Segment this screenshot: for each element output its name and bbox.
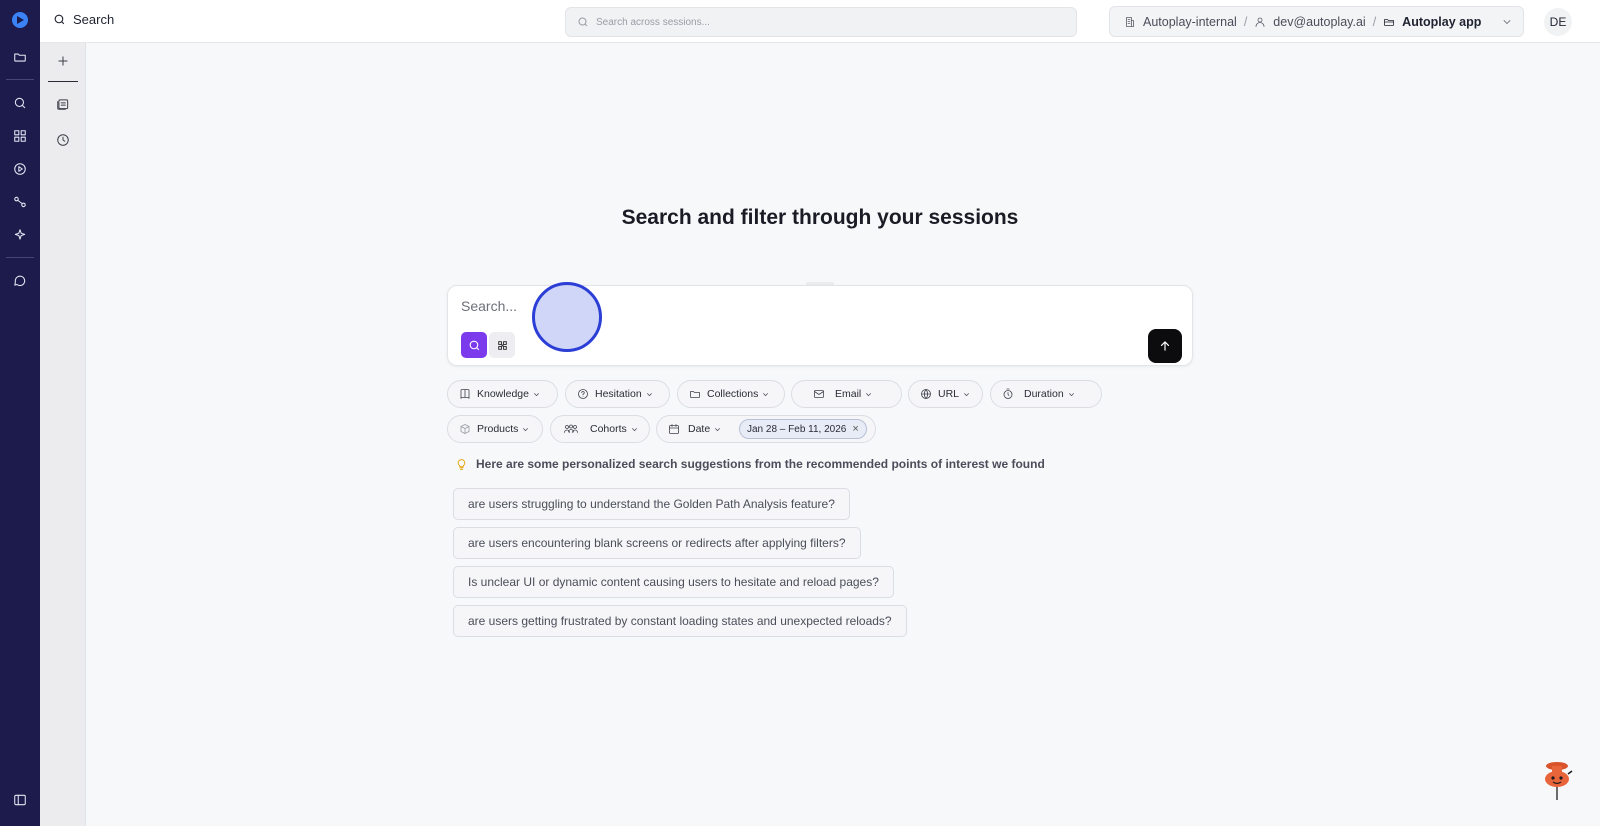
breadcrumb-separator: / — [1243, 14, 1248, 29]
calendar-icon — [669, 424, 679, 434]
sessions-icon[interactable] — [40, 86, 86, 122]
filter-duration[interactable]: Duration — [990, 380, 1102, 408]
flow-icon[interactable] — [0, 185, 40, 218]
folder-icon — [690, 391, 700, 398]
filter-hesitation[interactable]: Hesitation — [565, 380, 670, 408]
sparkle-icon[interactable] — [0, 218, 40, 251]
building-icon — [1126, 16, 1134, 27]
org-selector[interactable]: Autoplay-internal — [1124, 15, 1237, 29]
filter-label: Hesitation — [595, 388, 642, 400]
user-selector[interactable]: dev@autoplay.ai — [1254, 14, 1366, 29]
chevron-down-icon — [533, 392, 539, 396]
app-name: Autoplay app — [1402, 14, 1482, 29]
chevron-down-icon — [866, 392, 872, 396]
user-icon — [1255, 17, 1265, 27]
filter-label: Cohorts — [590, 423, 627, 435]
chevron-down-icon — [1068, 392, 1074, 396]
filter-label: Products — [477, 423, 519, 435]
filter-label: Date — [688, 423, 711, 435]
search-icon — [54, 14, 65, 25]
globe-icon — [921, 389, 931, 399]
search-mode-button[interactable] — [461, 332, 487, 358]
filter-knowledge[interactable]: Knowledge — [447, 380, 558, 408]
rail-divider — [6, 79, 34, 80]
suggestions-hint: Here are some personalized search sugges… — [455, 457, 1045, 471]
book-icon — [460, 389, 470, 399]
date-range-tag[interactable]: Jan 28 – Feb 11, 2026 × — [739, 419, 867, 439]
chevron-down-icon — [646, 392, 652, 396]
folder-icon[interactable] — [0, 40, 40, 73]
box-icon — [460, 424, 470, 434]
suggestion-item[interactable]: Is unclear UI or dynamic content causing… — [453, 566, 894, 598]
app-rail — [0, 0, 40, 826]
date-range-value: Jan 28 – Feb 11, 2026 — [747, 423, 847, 435]
sidebar-divider — [47, 81, 78, 82]
logo-icon[interactable] — [10, 10, 30, 30]
mascot-icon[interactable] — [1540, 760, 1574, 802]
filter-label: Email — [835, 388, 862, 400]
search-icon — [469, 340, 479, 350]
plus-icon[interactable] — [40, 43, 86, 79]
app-selector[interactable]: Autoplay app — [1383, 15, 1481, 29]
question-icon — [578, 389, 588, 399]
chevron-down-icon — [763, 392, 769, 396]
filter-label: URL — [938, 388, 960, 400]
click-indicator — [532, 282, 602, 352]
filter-label: Duration — [1024, 388, 1064, 400]
top-header: Search Autoplay-internal / dev@autoplay.… — [40, 0, 1600, 43]
send-button[interactable] — [1148, 329, 1182, 363]
lightbulb-icon — [457, 458, 466, 470]
suggestion-item[interactable]: are users encountering blank screens or … — [453, 527, 861, 559]
chevron-down-icon — [523, 427, 529, 431]
global-search-input[interactable] — [596, 16, 996, 28]
secondary-sidebar — [40, 43, 86, 826]
folder-open-icon — [1384, 18, 1395, 26]
main-heading: Search and filter through your sessions — [621, 206, 1019, 229]
suggestion-item[interactable]: are users struggling to understand the G… — [453, 488, 850, 520]
page-title-label: Search — [73, 12, 115, 27]
chevron-down-icon[interactable] — [1501, 16, 1513, 28]
filter-url[interactable]: URL — [908, 380, 983, 408]
close-icon[interactable]: × — [852, 423, 858, 435]
ai-mode-icon — [497, 340, 507, 350]
chevron-down-icon — [964, 392, 970, 396]
chevron-down-icon — [631, 427, 637, 431]
filter-products[interactable]: Products — [447, 415, 543, 443]
timer-icon — [1003, 388, 1013, 399]
suggestions-hint-text: Here are some personalized search sugges… — [476, 457, 1045, 471]
chevron-down-icon — [715, 427, 721, 431]
arrow-up-icon — [1160, 341, 1170, 351]
play-circle-icon[interactable] — [0, 152, 40, 185]
global-search[interactable] — [565, 7, 1077, 37]
org-name: Autoplay-internal — [1143, 14, 1237, 29]
sidebar-toggle-icon[interactable] — [0, 783, 40, 816]
chat-icon[interactable] — [0, 264, 40, 297]
search-icon[interactable] — [0, 86, 40, 119]
filter-label: Collections — [707, 388, 759, 400]
filter-label: Knowledge — [477, 388, 529, 400]
page-title: Search — [53, 12, 114, 27]
breadcrumb-separator: / — [1372, 14, 1377, 29]
ai-mode-button[interactable] — [489, 332, 515, 358]
filter-cohorts[interactable]: Cohorts — [550, 415, 650, 443]
filter-collections[interactable]: Collections — [677, 380, 785, 408]
rail-divider — [6, 257, 34, 258]
avatar[interactable]: DE — [1544, 8, 1572, 36]
context-switcher[interactable]: Autoplay-internal / dev@autoplay.ai / Au… — [1109, 6, 1524, 37]
history-icon[interactable] — [40, 122, 86, 158]
suggestion-item[interactable]: are users getting frustrated by constant… — [453, 605, 907, 637]
search-icon — [578, 17, 588, 27]
user-email: dev@autoplay.ai — [1273, 14, 1366, 29]
filter-email[interactable]: Email — [791, 380, 902, 408]
dashboard-icon[interactable] — [0, 119, 40, 152]
users-icon — [564, 424, 578, 433]
mail-icon — [814, 390, 824, 398]
